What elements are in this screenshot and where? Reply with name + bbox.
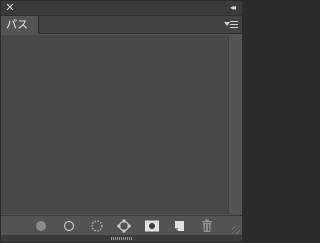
menu-line: [230, 21, 238, 22]
scrollbar[interactable]: [228, 35, 242, 214]
dotted-circle-icon: [91, 220, 103, 232]
resize-grip-icon[interactable]: [232, 226, 240, 234]
paths-list-area[interactable]: [1, 35, 228, 214]
delete-path-button[interactable]: [199, 219, 215, 233]
collapse-icon[interactable]: ◂◂: [225, 1, 239, 15]
tab-row: パス: [1, 16, 242, 34]
trash-icon: [202, 219, 212, 232]
menu-line: [230, 27, 238, 28]
add-mask-button[interactable]: [144, 219, 160, 233]
new-path-button[interactable]: [172, 219, 188, 233]
bottom-toolbar: [1, 215, 242, 235]
circle-outline-icon: [63, 220, 75, 232]
panel-menu-icon[interactable]: [224, 19, 238, 31]
grip-lines: [111, 237, 133, 240]
panel-bottom-grip[interactable]: [1, 235, 242, 242]
load-selection-button[interactable]: [89, 219, 105, 233]
path-anchor-icon: [117, 219, 131, 233]
paths-panel: ✕ ◂◂ パス: [0, 0, 243, 243]
tab-paths[interactable]: パス: [1, 16, 39, 34]
stroke-path-button[interactable]: [61, 219, 77, 233]
mask-icon: [145, 220, 159, 232]
menu-line: [230, 24, 238, 25]
filled-circle-icon: [36, 221, 46, 231]
new-page-icon: [175, 221, 184, 231]
panel-title-bar: ✕ ◂◂: [1, 1, 242, 16]
fill-path-button[interactable]: [33, 219, 49, 233]
close-icon[interactable]: ✕: [4, 1, 16, 15]
make-work-path-button[interactable]: [116, 219, 132, 233]
